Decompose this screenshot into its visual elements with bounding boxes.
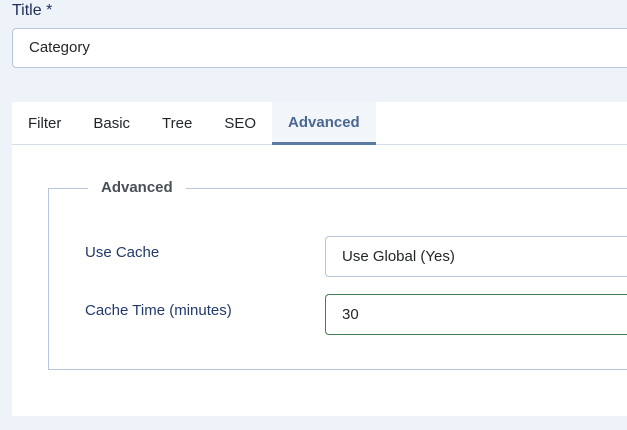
tab-seo[interactable]: SEO xyxy=(208,102,272,145)
tab-bar: Filter Basic Tree SEO Advanced xyxy=(12,102,627,145)
advanced-fieldset xyxy=(48,188,627,370)
use-cache-label: Use Cache xyxy=(85,244,160,261)
tab-advanced[interactable]: Advanced xyxy=(272,102,376,145)
use-cache-select[interactable]: Use Global (Yes) xyxy=(325,236,627,277)
cache-time-label: Cache Time (minutes) xyxy=(85,302,232,319)
title-label: Title * xyxy=(12,2,53,19)
tab-tree[interactable]: Tree xyxy=(146,102,208,145)
fieldset-legend: Advanced xyxy=(88,178,186,198)
tab-filter[interactable]: Filter xyxy=(12,102,77,145)
cache-time-input[interactable]: 30 xyxy=(325,294,627,335)
title-input[interactable]: Category xyxy=(12,28,627,68)
tab-basic[interactable]: Basic xyxy=(77,102,146,145)
